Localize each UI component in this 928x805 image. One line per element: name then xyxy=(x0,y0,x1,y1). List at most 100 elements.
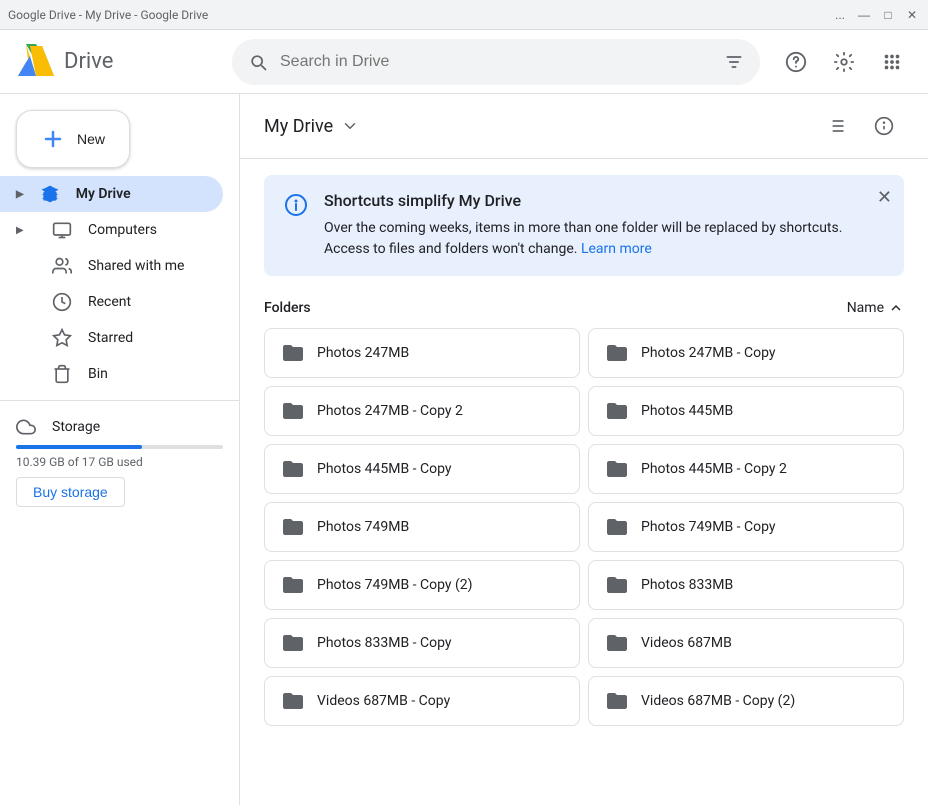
new-button[interactable]: New xyxy=(16,110,130,168)
folders-label: Folders xyxy=(264,300,311,316)
folder-item[interactable]: Photos 445MB xyxy=(588,386,904,436)
sidebar-item-label: Bin xyxy=(88,366,108,382)
folder-name: Photos 445MB - Copy xyxy=(317,461,452,477)
main-header: My Drive xyxy=(240,94,928,159)
folder-name: Photos 247MB xyxy=(317,345,409,361)
folder-icon xyxy=(605,457,629,481)
folder-item[interactable]: Photos 445MB - Copy 2 xyxy=(588,444,904,494)
sidebar-item-bin[interactable]: Bin xyxy=(0,356,223,392)
banner-content: Shortcuts simplify My Drive Over the com… xyxy=(324,191,884,260)
folder-name: Videos 687MB - Copy (2) xyxy=(641,693,795,709)
sidebar-divider xyxy=(0,400,239,401)
help-button[interactable] xyxy=(776,42,816,82)
folder-item[interactable]: Videos 687MB - Copy (2) xyxy=(588,676,904,726)
close-button[interactable]: ✕ xyxy=(904,7,920,23)
search-input[interactable] xyxy=(280,53,712,71)
folder-grid: Photos 247MB Photos 247MB - Copy Photos … xyxy=(264,328,904,726)
info-button[interactable] xyxy=(864,106,904,146)
maximize-button[interactable]: □ xyxy=(880,7,896,23)
minimize-button[interactable]: — xyxy=(856,7,872,23)
folder-item[interactable]: Photos 445MB - Copy xyxy=(264,444,580,494)
starred-icon xyxy=(52,328,72,348)
folder-name: Photos 749MB xyxy=(317,519,409,535)
sidebar-item-my-drive[interactable]: ▶ My Drive xyxy=(0,176,223,212)
sidebar-item-label: Recent xyxy=(88,294,131,310)
main-title-actions xyxy=(816,106,904,146)
folder-item[interactable]: Videos 687MB xyxy=(588,618,904,668)
folder-item[interactable]: Videos 687MB - Copy xyxy=(264,676,580,726)
chevron-down-icon xyxy=(341,117,359,135)
folder-icon xyxy=(605,341,629,365)
folder-name: Photos 833MB - Copy xyxy=(317,635,452,651)
storage-label: Storage xyxy=(16,417,223,437)
apps-icon xyxy=(881,51,903,73)
search-icon xyxy=(248,52,268,72)
sidebar-item-recent[interactable]: Recent xyxy=(0,284,223,320)
new-icon xyxy=(41,127,65,151)
buy-storage-button[interactable]: Buy storage xyxy=(16,477,125,507)
folder-name: Photos 247MB - Copy xyxy=(641,345,776,361)
list-view-button[interactable] xyxy=(816,106,856,146)
folder-name: Photos 445MB xyxy=(641,403,733,419)
more-options-button[interactable]: ... xyxy=(832,7,848,23)
shared-icon xyxy=(52,256,72,276)
folder-item[interactable]: Photos 247MB - Copy 2 xyxy=(264,386,580,436)
folder-icon xyxy=(605,689,629,713)
info-icon xyxy=(874,116,894,136)
banner-close-button[interactable]: ✕ xyxy=(877,187,892,208)
new-button-label: New xyxy=(77,131,105,147)
logo-text: Drive xyxy=(64,49,113,74)
shortcuts-banner: Shortcuts simplify My Drive Over the com… xyxy=(264,175,904,276)
folder-item[interactable]: Photos 749MB - Copy xyxy=(588,502,904,552)
folder-item[interactable]: Photos 833MB - Copy xyxy=(264,618,580,668)
sidebar-item-computers[interactable]: ▶ Computers xyxy=(0,212,223,248)
header: Drive xyxy=(0,30,928,94)
list-view-icon xyxy=(826,116,846,136)
body: New ▶ My Drive ▶ Compu xyxy=(0,94,928,805)
drive-logo-icon xyxy=(16,42,56,82)
banner-title: Shortcuts simplify My Drive xyxy=(324,191,884,210)
folder-item[interactable]: Photos 247MB - Copy xyxy=(588,328,904,378)
window-controls: ... — □ ✕ xyxy=(832,7,920,23)
sort-label-text: Name xyxy=(847,300,884,316)
my-drive-icon xyxy=(40,184,60,204)
folder-icon xyxy=(605,631,629,655)
folder-icon xyxy=(281,689,305,713)
folder-icon xyxy=(605,515,629,539)
expand-icon: ▶ xyxy=(16,189,24,200)
folder-name: Photos 247MB - Copy 2 xyxy=(317,403,463,419)
title-bar: Google Drive - My Drive - Google Drive .… xyxy=(0,0,928,30)
help-icon xyxy=(785,51,807,73)
search-bar[interactable] xyxy=(232,39,760,85)
sidebar: New ▶ My Drive ▶ Compu xyxy=(0,94,240,805)
folder-name: Photos 749MB - Copy (2) xyxy=(317,577,473,593)
storage-bar-fill xyxy=(16,445,142,449)
apps-button[interactable] xyxy=(872,42,912,82)
folder-name: Videos 687MB xyxy=(641,635,732,651)
folder-item[interactable]: Photos 833MB xyxy=(588,560,904,610)
storage-bar-background xyxy=(16,445,223,449)
folder-icon xyxy=(281,573,305,597)
main-title[interactable]: My Drive xyxy=(264,116,359,137)
folder-icon xyxy=(281,457,305,481)
folder-item[interactable]: Photos 749MB - Copy (2) xyxy=(264,560,580,610)
folder-item[interactable]: Photos 749MB xyxy=(264,502,580,552)
sidebar-item-starred[interactable]: Starred xyxy=(0,320,223,356)
folder-icon xyxy=(281,515,305,539)
sidebar-item-shared[interactable]: Shared with me xyxy=(0,248,223,284)
expand-spacer: ▶ xyxy=(16,225,36,236)
window-title: Google Drive - My Drive - Google Drive xyxy=(8,8,208,22)
sort-control[interactable]: Name xyxy=(847,300,904,316)
gear-icon xyxy=(833,51,855,73)
filter-icon[interactable] xyxy=(724,52,744,72)
folder-icon xyxy=(605,399,629,423)
settings-button[interactable] xyxy=(824,42,864,82)
banner-text: Over the coming weeks, items in more tha… xyxy=(324,218,884,260)
logo: Drive xyxy=(16,42,216,82)
recent-icon xyxy=(52,292,72,312)
folder-item[interactable]: Photos 247MB xyxy=(264,328,580,378)
learn-more-link[interactable]: Learn more xyxy=(581,241,652,257)
main-content: My Drive xyxy=(240,94,928,805)
app: Drive xyxy=(0,30,928,805)
folder-name: Photos 445MB - Copy 2 xyxy=(641,461,787,477)
